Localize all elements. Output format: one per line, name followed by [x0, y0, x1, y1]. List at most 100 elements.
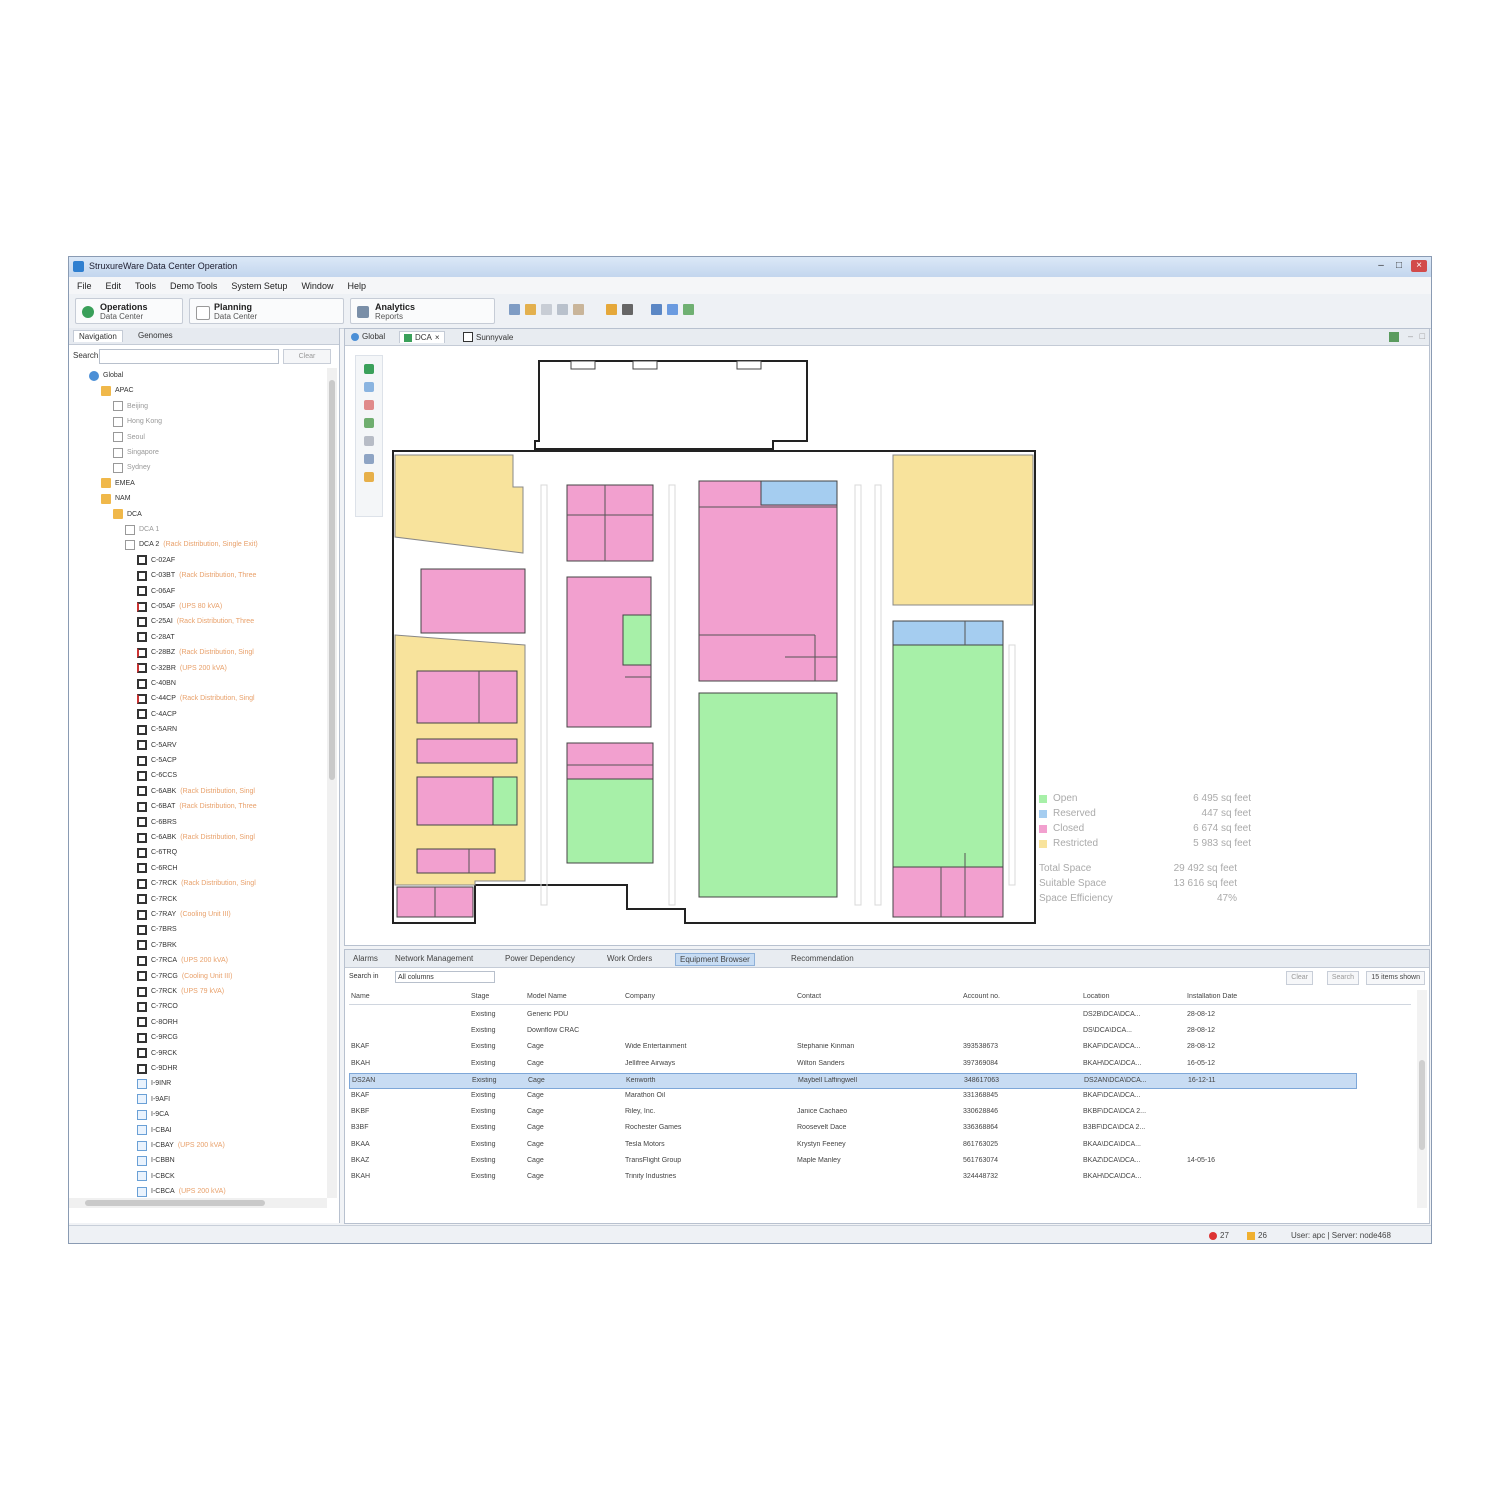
- tree-node[interactable]: Seoul: [113, 430, 145, 445]
- menu-tools[interactable]: Tools: [135, 281, 156, 291]
- tree-node[interactable]: C-6ABK (Rack Distribution, Singl: [137, 784, 255, 799]
- camera-icon[interactable]: [622, 304, 633, 315]
- tab-global[interactable]: Global: [347, 331, 389, 342]
- grid-clear-button[interactable]: Clear: [1286, 971, 1313, 985]
- tree-node[interactable]: C-6BAT (Rack Distribution, Three: [137, 799, 257, 814]
- paste-icon[interactable]: [573, 304, 584, 315]
- tree-node[interactable]: C-9RCK: [137, 1046, 177, 1061]
- layers-icon[interactable]: [364, 454, 374, 464]
- tab-work-orders[interactable]: Work Orders: [603, 953, 656, 964]
- table-row[interactable]: Existing Generic PDU DS2B\DCA\DCA... 28-08-…: [349, 1008, 1357, 1024]
- tab-equipment-browser[interactable]: Equipment Browser: [675, 953, 755, 966]
- minimize-view-icon[interactable]: –: [1408, 331, 1413, 341]
- table-row[interactable]: BKAF Existing Cage Wide Entertainment Stepha…: [349, 1040, 1357, 1056]
- tab-recommendation[interactable]: Recommendation: [787, 953, 858, 964]
- tree-node[interactable]: C-7RCO: [137, 999, 178, 1014]
- column-header[interactable]: Company: [625, 993, 785, 1000]
- tree-node[interactable]: C-40BN: [137, 676, 176, 691]
- column-header[interactable]: Installation Date: [1187, 993, 1267, 1000]
- warning-count[interactable]: 26: [1247, 1231, 1267, 1240]
- table-row[interactable]: B3BF Existing Cage Rochester Games Roosevelt…: [349, 1121, 1357, 1137]
- tree-horizontal-scrollbar[interactable]: [69, 1198, 327, 1208]
- folder-icon[interactable]: [606, 304, 617, 315]
- table-row[interactable]: BKAH Existing Cage Jellifree Airways Wilton …: [349, 1057, 1357, 1073]
- tree-node[interactable]: C-5ARN: [137, 722, 177, 737]
- column-header[interactable]: Account no.: [963, 993, 1073, 1000]
- label-icon[interactable]: [364, 472, 374, 482]
- tree-node[interactable]: C-05AF (UPS 80 kVA): [137, 599, 222, 614]
- tree-node[interactable]: I-CBCK: [137, 1169, 175, 1184]
- table-row[interactable]: BKBF Existing Cage Riley, Inc. Janice Cachae…: [349, 1105, 1357, 1121]
- column-header[interactable]: Name: [351, 993, 461, 1000]
- print-icon[interactable]: [364, 436, 374, 446]
- fit-view-icon[interactable]: [364, 418, 374, 428]
- tree-node[interactable]: C-02AF: [137, 553, 175, 568]
- tree-node[interactable]: Sydney: [113, 460, 150, 475]
- tree-node[interactable]: C-7RCK: [137, 892, 177, 907]
- maximize-view-icon[interactable]: □: [1420, 331, 1425, 341]
- tree-node[interactable]: I-9AFI: [137, 1092, 170, 1107]
- link-icon[interactable]: [651, 304, 662, 315]
- select-tool-icon[interactable]: [364, 364, 374, 374]
- maximize-button[interactable]: □: [1393, 260, 1405, 272]
- tree-node[interactable]: C-7BRK: [137, 938, 177, 953]
- tree-node[interactable]: DCA 1: [125, 522, 159, 537]
- tab-sunnyvale[interactable]: Sunnyvale: [459, 331, 517, 343]
- clear-button[interactable]: Clear: [283, 349, 331, 364]
- perspective-analytics[interactable]: Analytics Reports: [350, 298, 495, 324]
- tab-dca[interactable]: DCA ×: [399, 331, 445, 343]
- tree-node[interactable]: C-8ORH: [137, 1015, 178, 1030]
- grid-search-button[interactable]: Search: [1326, 971, 1359, 985]
- minimize-button[interactable]: –: [1375, 260, 1387, 272]
- menu-window[interactable]: Window: [301, 281, 333, 291]
- perspective-operations[interactable]: Operations Data Center: [75, 298, 183, 324]
- view-mode-icon[interactable]: [1389, 332, 1399, 342]
- tree-node[interactable]: Hong Kong: [113, 414, 162, 429]
- tree-node[interactable]: C-7RAY (Cooling Unit III): [137, 907, 231, 922]
- menu-demo-tools[interactable]: Demo Tools: [170, 281, 217, 291]
- menu-help[interactable]: Help: [347, 281, 366, 291]
- table-row[interactable]: DS2AN Existing Cage Kenworth Maybell Laffing…: [349, 1072, 1357, 1089]
- tree-node[interactable]: C-6CCS: [137, 768, 177, 783]
- tree-node[interactable]: C-25AI (Rack Distribution, Three: [137, 614, 254, 629]
- export-icon[interactable]: [683, 304, 694, 315]
- zoom-out-icon[interactable]: [364, 400, 374, 410]
- tab-network-management[interactable]: Network Management: [391, 953, 477, 964]
- tree-node[interactable]: APAC: [101, 383, 134, 398]
- tab-genomes[interactable]: Genomes: [133, 330, 178, 341]
- undo-icon[interactable]: [557, 304, 568, 315]
- tree-node[interactable]: I-CBCA (UPS 200 kVA): [137, 1184, 226, 1198]
- tree-node[interactable]: C-5ACP: [137, 753, 177, 768]
- tab-navigation[interactable]: Navigation: [73, 330, 123, 342]
- tab-alarms[interactable]: Alarms: [349, 953, 382, 964]
- tree-node[interactable]: NAM: [101, 491, 131, 506]
- menu-edit[interactable]: Edit: [106, 281, 122, 291]
- column-header[interactable]: Stage: [471, 993, 521, 1000]
- table-row[interactable]: Existing Downflow CRAC DS\DCA\DCA... 28-08-…: [349, 1024, 1357, 1040]
- tree-node[interactable]: C-32BR (UPS 200 kVA): [137, 661, 227, 676]
- tree-node[interactable]: Global: [89, 368, 123, 383]
- tree-node[interactable]: C-28AT: [137, 630, 175, 645]
- table-row[interactable]: BKAF Existing Cage Marathon Oil 331368845 BKA…: [349, 1089, 1357, 1105]
- tree-node[interactable]: C-7BRS: [137, 922, 177, 937]
- tree-node[interactable]: C-6BRS: [137, 815, 177, 830]
- tree-node[interactable]: C-03BT (Rack Distribution, Three: [137, 568, 256, 583]
- edit-icon[interactable]: [525, 304, 536, 315]
- tree-node[interactable]: I-CBBN: [137, 1153, 175, 1168]
- table-row[interactable]: BKAH Existing Cage Trinity Industries 324448…: [349, 1170, 1357, 1186]
- tree-node[interactable]: C-7RCG (Cooling Unit III): [137, 969, 232, 984]
- error-count[interactable]: 27: [1209, 1231, 1229, 1240]
- tree-node[interactable]: C-4ACP: [137, 707, 177, 722]
- table-row[interactable]: BKAA Existing Cage Tesla Motors Krystyn Feen…: [349, 1138, 1357, 1154]
- menu-system-setup[interactable]: System Setup: [231, 281, 287, 291]
- tree-node[interactable]: I-CBAI: [137, 1123, 172, 1138]
- tree-node[interactable]: C-6RCH: [137, 861, 177, 876]
- save-icon[interactable]: [509, 304, 520, 315]
- tree-node[interactable]: DCA 2 (Rack Distribution, Single Exit): [125, 537, 258, 552]
- zoom-in-icon[interactable]: [364, 382, 374, 392]
- tree-node[interactable]: Singapore: [113, 445, 159, 460]
- close-button[interactable]: ×: [1411, 260, 1427, 272]
- tree-node[interactable]: DCA: [113, 507, 142, 522]
- tree-node[interactable]: Beijing: [113, 399, 148, 414]
- search-in-select[interactable]: All columns: [395, 971, 495, 983]
